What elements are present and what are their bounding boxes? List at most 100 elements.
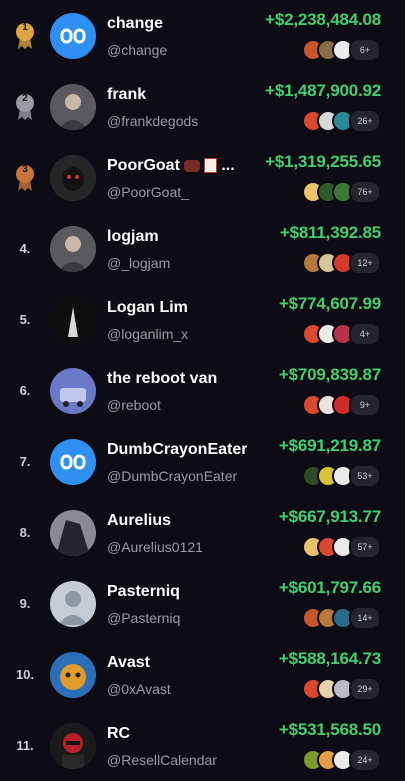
more-tokens-badge[interactable]: 6+ xyxy=(349,38,381,62)
rank-label: 11. xyxy=(10,710,40,781)
rank-number: 4. xyxy=(19,241,31,256)
rank-label: 10. xyxy=(10,639,40,710)
trader-name-text: Pasterniq xyxy=(107,583,180,600)
trader-name-text: Aurelius xyxy=(107,512,172,529)
avatar[interactable] xyxy=(50,84,96,130)
avatar[interactable] xyxy=(50,226,96,272)
avatar[interactable] xyxy=(50,439,96,485)
trader-handle[interactable]: @change xyxy=(107,42,167,58)
profit-value: +$601,797.66 xyxy=(278,578,381,597)
more-tokens-badge[interactable]: 57+ xyxy=(349,535,381,559)
more-tokens-badge[interactable]: 4+ xyxy=(349,322,381,346)
trader-name-text: RC xyxy=(107,725,131,742)
token-stack[interactable]: 53+ xyxy=(302,464,381,488)
token-stack[interactable]: 4+ xyxy=(302,322,381,346)
name-ellipsis: ... xyxy=(216,157,235,174)
rank-number: 11. xyxy=(16,738,34,753)
trader-handle[interactable]: @Aurelius0121 xyxy=(107,539,203,555)
rank-medal-icon: 1 xyxy=(10,0,40,71)
trader-name[interactable]: logjam xyxy=(107,228,159,246)
trader-name[interactable]: Logan Lim xyxy=(107,299,188,317)
more-tokens-badge[interactable]: 53+ xyxy=(349,464,381,488)
avatar[interactable] xyxy=(50,297,96,343)
more-tokens-badge[interactable]: 14+ xyxy=(349,606,381,630)
trader-name-text: DumbCrayonEater xyxy=(107,441,248,458)
profit-value: +$531,568.50 xyxy=(278,720,381,739)
rank-label: 5. xyxy=(10,284,40,355)
leaderboard-row[interactable]: 8. Aurelius @Aurelius0121 +$667,913.77 57+ xyxy=(0,497,405,568)
leaderboard-row[interactable]: 2 frank @frankdegods +$1,487,900.92 26+ xyxy=(0,71,405,142)
profit-value: +$811,392.85 xyxy=(279,223,381,242)
trader-name[interactable]: the reboot van xyxy=(107,370,217,388)
leaderboard-row[interactable]: 10. Avast @0xAvast +$588,164.73 29+ xyxy=(0,639,405,710)
profit-value: +$2,238,484.08 xyxy=(265,10,381,29)
rank-number: 6. xyxy=(19,383,31,398)
rank-label: 7. xyxy=(10,426,40,497)
trader-handle[interactable]: @ResellCalendar xyxy=(107,752,217,768)
trader-handle[interactable]: @loganlim_x xyxy=(107,326,188,342)
leaderboard-row[interactable]: 5. Logan Lim @loganlim_x +$774,607.99 4+ xyxy=(0,284,405,355)
leaderboard-row[interactable]: 4. logjam @_logjam +$811,392.85 12+ xyxy=(0,213,405,284)
more-tokens-badge[interactable]: 24+ xyxy=(349,748,381,772)
leaderboard-row[interactable]: 7. DumbCrayonEater @DumbCrayonEater +$691,2… xyxy=(0,426,405,497)
token-stack[interactable]: 9+ xyxy=(302,393,381,417)
trader-handle[interactable]: @0xAvast xyxy=(107,681,171,697)
profit-value: +$709,839.87 xyxy=(278,365,381,384)
avatar[interactable] xyxy=(50,13,96,59)
rank-label: 6. xyxy=(10,355,40,426)
avatar[interactable] xyxy=(50,723,96,769)
trader-name[interactable]: DumbCrayonEater xyxy=(107,441,247,459)
trader-handle[interactable]: @frankdegods xyxy=(107,113,198,129)
trader-name[interactable]: Pasterniq xyxy=(107,583,180,601)
trader-handle[interactable]: @reboot xyxy=(107,397,161,413)
trader-name[interactable]: frank xyxy=(107,86,146,104)
trader-handle[interactable]: @_logjam xyxy=(107,255,170,271)
rank-number: 1 xyxy=(22,22,28,33)
rank-medal-icon: 2 xyxy=(10,71,40,142)
avatar[interactable] xyxy=(50,581,96,627)
trader-handle[interactable]: @Pasterniq xyxy=(107,610,180,626)
profit-value: +$691,219.87 xyxy=(278,436,381,455)
trader-name-text: Logan Lim xyxy=(107,299,188,316)
trader-handle[interactable]: @DumbCrayonEater xyxy=(107,468,237,484)
avatar[interactable] xyxy=(50,368,96,414)
more-tokens-badge[interactable]: 26+ xyxy=(349,109,381,133)
profit-value: +$774,607.99 xyxy=(278,294,381,313)
rank-number: 3 xyxy=(22,164,28,175)
trader-name[interactable]: PoorGoat ... xyxy=(107,157,235,175)
trader-name-text: frank xyxy=(107,86,147,103)
profit-value: +$1,319,255.65 xyxy=(265,152,381,171)
token-stack[interactable]: 76+ xyxy=(302,180,381,204)
leaderboard-row[interactable]: 1 change @change +$2,238,484.08 6+ xyxy=(0,0,405,71)
trader-name[interactable]: RC xyxy=(107,725,130,743)
token-stack[interactable]: 26+ xyxy=(302,109,381,133)
token-stack[interactable]: 12+ xyxy=(302,251,381,275)
trader-name[interactable]: Aurelius xyxy=(107,512,171,530)
more-tokens-badge[interactable]: 9+ xyxy=(349,393,381,417)
more-tokens-badge[interactable]: 76+ xyxy=(349,180,381,204)
trader-name[interactable]: change xyxy=(107,15,163,33)
token-stack[interactable]: 14+ xyxy=(302,606,381,630)
more-tokens-badge[interactable]: 29+ xyxy=(349,677,381,701)
rank-number: 2 xyxy=(22,93,28,104)
token-stack[interactable]: 24+ xyxy=(302,748,381,772)
leaderboard-row[interactable]: 11. RC @ResellCalendar +$531,568.50 24+ xyxy=(0,710,405,781)
profit-value: +$667,913.77 xyxy=(278,507,381,526)
rank-number: 10. xyxy=(15,667,35,682)
token-stack[interactable]: 29+ xyxy=(302,677,381,701)
more-tokens-badge[interactable]: 12+ xyxy=(349,251,381,275)
avatar[interactable] xyxy=(50,510,96,556)
avatar[interactable] xyxy=(50,652,96,698)
rank-medal-icon: 3 xyxy=(10,142,40,213)
leaderboard-row[interactable]: 3 PoorGoat ... @PoorGoat_ +$1,319,255.65 76+ xyxy=(0,142,405,213)
token-stack[interactable]: 6+ xyxy=(302,38,381,62)
trader-name[interactable]: Avast xyxy=(107,654,150,672)
leaderboard-row[interactable]: 9. Pasterniq @Pasterniq +$601,797.66 14+ xyxy=(0,568,405,639)
emoji-badges xyxy=(183,157,217,175)
leaderboard-row[interactable]: 6. the reboot van @reboot +$709,839.87 9+ xyxy=(0,355,405,426)
trader-handle[interactable]: @PoorGoat_ xyxy=(107,184,189,200)
avatar[interactable] xyxy=(50,155,96,201)
token-stack[interactable]: 57+ xyxy=(302,535,381,559)
rank-label: 4. xyxy=(10,213,40,284)
mahjong-tile-icon xyxy=(203,158,217,174)
